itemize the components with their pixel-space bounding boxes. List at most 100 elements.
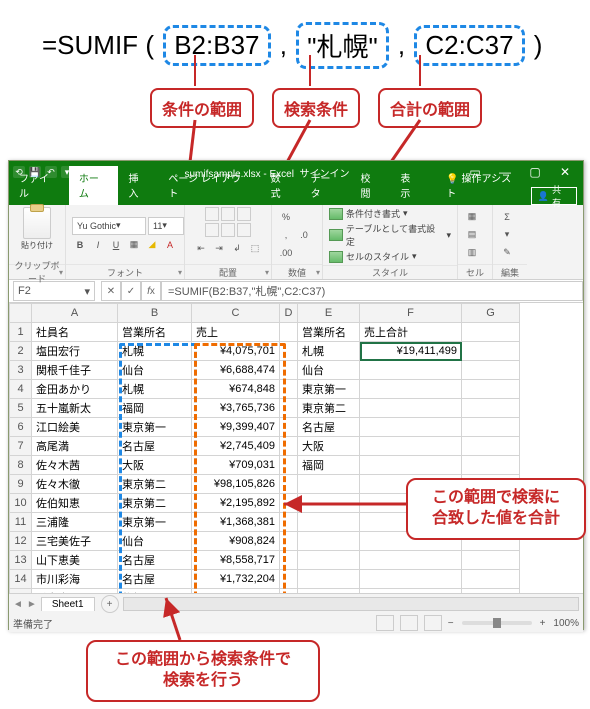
cell[interactable]: 佐々木茜 xyxy=(32,456,118,475)
tell-me[interactable]: 💡 操作アシスト xyxy=(436,166,531,205)
format-as-table-button[interactable]: テーブルとして書式設定 ▾ xyxy=(329,222,451,248)
grid[interactable]: A B C D E F G 1 社員名 営業所名 売上 営業所名 売上合計 2塩… xyxy=(9,303,583,593)
cell[interactable] xyxy=(360,399,462,418)
cell[interactable] xyxy=(280,323,298,342)
tab-file[interactable]: ファイル xyxy=(9,166,69,205)
merge-button[interactable]: ⬚ xyxy=(247,240,263,256)
row-header[interactable]: 11 xyxy=(10,513,32,532)
cell[interactable]: 塩田宏行 xyxy=(32,342,118,361)
italic-button[interactable]: I xyxy=(90,237,106,253)
cell[interactable] xyxy=(462,361,520,380)
worksheet-table[interactable]: A B C D E F G 1 社員名 営業所名 売上 営業所名 売上合計 2塩… xyxy=(9,303,520,593)
col-header[interactable]: F xyxy=(360,304,462,323)
cell[interactable]: 大阪 xyxy=(298,437,360,456)
inc-decimal-button[interactable]: .0 xyxy=(296,227,312,243)
fill-color-button[interactable]: ◢ xyxy=(144,237,160,253)
row-header[interactable]: 8 xyxy=(10,456,32,475)
cell[interactable]: ¥674,848 xyxy=(192,380,280,399)
cell[interactable]: 三宅美佐子 xyxy=(32,532,118,551)
cell[interactable] xyxy=(280,475,298,494)
cell[interactable] xyxy=(280,342,298,361)
cell[interactable] xyxy=(280,589,298,594)
row-header[interactable]: 14 xyxy=(10,570,32,589)
cell[interactable]: 売上合計 xyxy=(360,323,462,342)
font-size-select[interactable]: 11 ▾ xyxy=(148,217,184,235)
comma-button[interactable]: , xyxy=(278,227,294,243)
font-name-select[interactable]: Yu Gothic ▾ xyxy=(72,217,146,235)
autosum-button[interactable]: Σ xyxy=(499,209,515,225)
cell[interactable]: 金田あかり xyxy=(32,380,118,399)
close-button[interactable]: ✕ xyxy=(551,163,579,181)
col-header[interactable]: G xyxy=(462,304,520,323)
row-header[interactable]: 7 xyxy=(10,437,32,456)
cell[interactable]: 東京第一 xyxy=(118,418,192,437)
cell[interactable] xyxy=(298,589,360,594)
zoom-slider[interactable] xyxy=(462,621,532,625)
underline-button[interactable]: U xyxy=(108,237,124,253)
view-normal-button[interactable] xyxy=(376,615,394,631)
cell[interactable]: 名古屋 xyxy=(118,570,192,589)
cell[interactable]: ¥8,558,717 xyxy=(192,551,280,570)
nav-next-icon[interactable]: ► xyxy=(27,599,37,610)
select-all-corner[interactable] xyxy=(10,304,32,323)
cell[interactable]: 佐伯知恵 xyxy=(32,494,118,513)
cell[interactable]: 氏家光 xyxy=(32,589,118,594)
cell[interactable] xyxy=(280,494,298,513)
sheet-tab[interactable]: Sheet1 xyxy=(41,597,95,611)
cell[interactable]: 市川彩海 xyxy=(32,570,118,589)
cell[interactable]: ¥19,411,499 xyxy=(360,342,462,361)
cell[interactable]: 札幌 xyxy=(118,380,192,399)
cell[interactable]: 五十嵐新太 xyxy=(32,399,118,418)
conditional-formatting-button[interactable]: 条件付き書式 ▾ xyxy=(329,207,451,220)
cell[interactable]: 三浦隆 xyxy=(32,513,118,532)
bold-button[interactable]: B xyxy=(72,237,88,253)
cell[interactable]: ¥1,368,381 xyxy=(192,513,280,532)
cell[interactable] xyxy=(462,418,520,437)
cell[interactable]: 営業所名 xyxy=(298,323,360,342)
cell[interactable]: 関根千佳子 xyxy=(32,361,118,380)
delete-cells-button[interactable]: ▤ xyxy=(464,227,480,243)
cell[interactable]: ¥98,105,826 xyxy=(192,475,280,494)
cell[interactable]: ¥2,195,892 xyxy=(192,494,280,513)
cell[interactable]: 仙台 xyxy=(298,361,360,380)
cell[interactable]: 東京第一 xyxy=(118,513,192,532)
cell[interactable]: 名古屋 xyxy=(298,418,360,437)
cell[interactable] xyxy=(360,456,462,475)
cell[interactable] xyxy=(298,513,360,532)
cell[interactable] xyxy=(298,570,360,589)
cell[interactable] xyxy=(280,418,298,437)
row-header[interactable]: 6 xyxy=(10,418,32,437)
row-header[interactable]: 15 xyxy=(10,589,32,594)
paste-label[interactable]: 貼り付け xyxy=(21,240,53,251)
cell[interactable]: 東京第二 xyxy=(118,494,192,513)
cell[interactable] xyxy=(462,551,520,570)
cell[interactable]: ¥4,075,701 xyxy=(192,342,280,361)
dec-decimal-button[interactable]: .00 xyxy=(278,245,294,261)
cell[interactable]: ¥709,031 xyxy=(192,456,280,475)
new-sheet-button[interactable]: + xyxy=(101,595,119,613)
cell[interactable]: 名古屋 xyxy=(118,551,192,570)
cell[interactable]: 仙台 xyxy=(118,532,192,551)
cell[interactable]: ¥9,399,407 xyxy=(192,418,280,437)
cell[interactable] xyxy=(298,532,360,551)
cell[interactable]: ¥6,688,474 xyxy=(192,361,280,380)
cell[interactable] xyxy=(298,494,360,513)
col-header[interactable]: A xyxy=(32,304,118,323)
tab-review[interactable]: 校閲 xyxy=(350,166,390,205)
tab-insert[interactable]: 挿入 xyxy=(118,166,158,205)
col-header[interactable]: C xyxy=(192,304,280,323)
cell[interactable]: 札幌 xyxy=(118,589,192,594)
cell[interactable]: ¥1,676,545 xyxy=(192,589,280,594)
cell[interactable]: 江口絵美 xyxy=(32,418,118,437)
indent-dec-button[interactable]: ⇤ xyxy=(193,240,209,256)
cell[interactable] xyxy=(462,437,520,456)
cell[interactable] xyxy=(280,399,298,418)
row-header[interactable]: 5 xyxy=(10,399,32,418)
cell[interactable]: 東京第一 xyxy=(298,380,360,399)
row-header[interactable]: 1 xyxy=(10,323,32,342)
cell[interactable]: 東京第二 xyxy=(298,399,360,418)
view-pagelayout-button[interactable] xyxy=(400,615,418,631)
cell[interactable]: 福岡 xyxy=(118,399,192,418)
view-pagebreak-button[interactable] xyxy=(424,615,442,631)
cell[interactable] xyxy=(360,380,462,399)
